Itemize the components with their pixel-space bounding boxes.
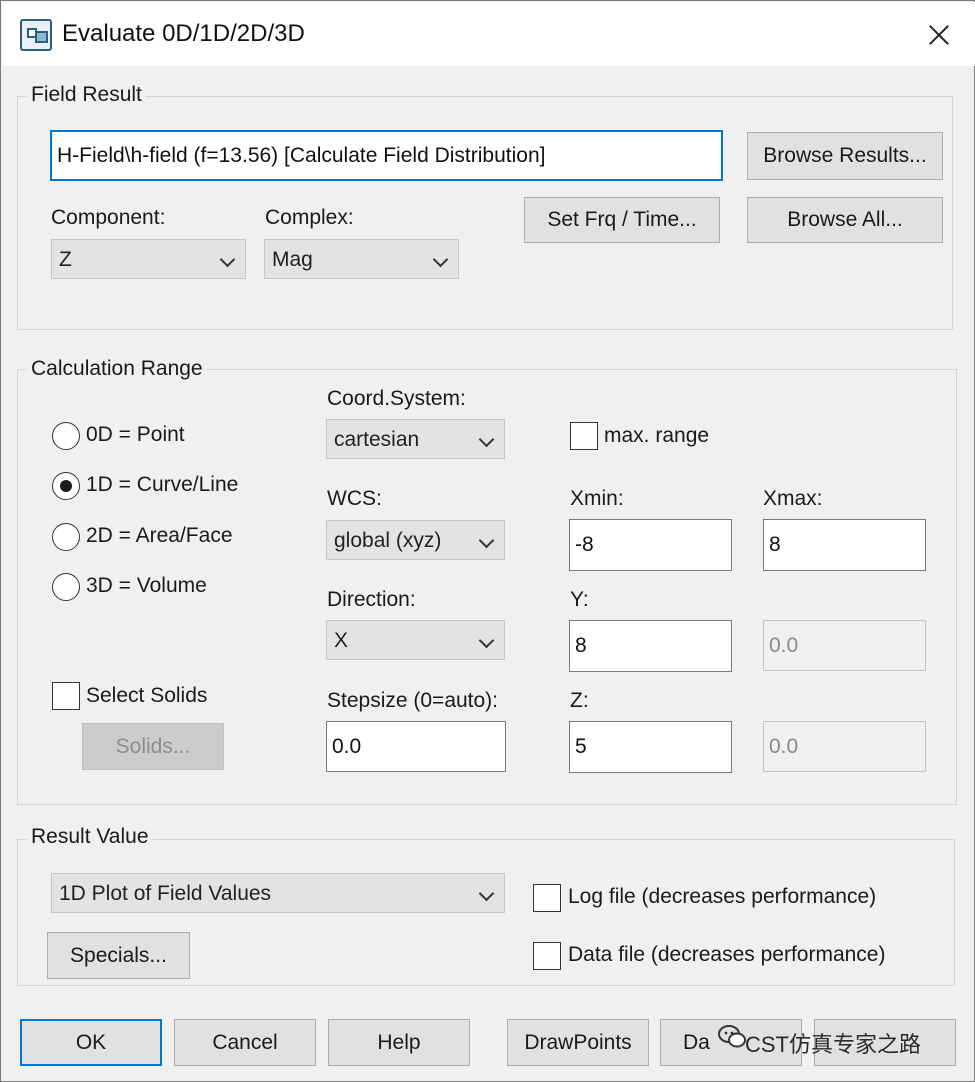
close-button[interactable] <box>914 14 962 56</box>
radio-2d-area-face[interactable] <box>52 523 80 551</box>
help-button[interactable]: Help <box>328 1019 470 1066</box>
specials-button[interactable]: Specials... <box>47 932 190 979</box>
data-file-label: Data file (decreases performance) <box>568 943 886 966</box>
radio-0d-label: 0D = Point <box>86 423 185 446</box>
dialog-window: Evaluate 0D/1D/2D/3D Field Result Browse… <box>0 0 975 1082</box>
xmin-label: Xmin: <box>570 487 624 510</box>
data-file-checkbox[interactable] <box>533 942 561 970</box>
title-bar: Evaluate 0D/1D/2D/3D <box>2 2 975 66</box>
radio-2d-label: 2D = Area/Face <box>86 524 233 547</box>
solids-button[interactable]: Solids... <box>82 723 224 770</box>
result-value-group-label: Result Value <box>27 825 153 849</box>
z-label: Z: <box>570 689 589 712</box>
result-plot-select[interactable]: 1D Plot of Field Values <box>51 873 505 913</box>
radio-3d-label: 3D = Volume <box>86 574 207 597</box>
set-frq-time-button[interactable]: Set Frq / Time... <box>524 197 720 243</box>
complex-select[interactable]: Mag <box>264 239 459 279</box>
ok-button[interactable]: OK <box>20 1019 162 1066</box>
y-input[interactable] <box>569 620 732 672</box>
direction-label: Direction: <box>327 588 416 611</box>
wcs-select[interactable]: global (xyz) <box>326 520 505 560</box>
data-button-label: Da <box>683 1030 710 1054</box>
y-label: Y: <box>570 588 589 611</box>
app-icon <box>20 19 52 51</box>
wcs-label: WCS: <box>327 487 382 510</box>
direction-value: X <box>334 629 349 652</box>
z-max-input <box>763 721 926 772</box>
chevron-down-icon <box>432 251 449 268</box>
drawpoints-button[interactable]: DrawPoints <box>507 1019 649 1066</box>
wechat-icon <box>718 1025 746 1048</box>
watermark-text: CST仿真专家之路 <box>745 1032 922 1057</box>
component-select[interactable]: Z <box>51 239 246 279</box>
chevron-down-icon <box>478 885 495 902</box>
complex-label: Complex: <box>265 206 354 229</box>
stepsize-label: Stepsize (0=auto): <box>327 689 499 712</box>
xmin-input[interactable] <box>569 519 732 571</box>
browse-results-button[interactable]: Browse Results... <box>747 132 943 180</box>
coord-system-value: cartesian <box>334 428 420 451</box>
calculation-range-group-label: Calculation Range <box>27 357 207 381</box>
y-max-input <box>763 620 926 671</box>
field-result-group-label: Field Result <box>27 83 146 107</box>
max-range-label: max. range <box>604 424 710 447</box>
radio-3d-volume[interactable] <box>52 573 80 601</box>
chevron-down-icon <box>478 532 495 549</box>
direction-select[interactable]: X <box>326 620 505 660</box>
xmax-input[interactable] <box>763 519 926 571</box>
stepsize-input[interactable] <box>326 721 506 772</box>
log-file-label: Log file (decreases performance) <box>568 885 877 908</box>
component-label: Component: <box>51 206 166 229</box>
complex-value: Mag <box>272 248 313 271</box>
log-file-checkbox[interactable] <box>533 884 561 912</box>
browse-all-button[interactable]: Browse All... <box>747 197 943 243</box>
coord-system-select[interactable]: cartesian <box>326 419 505 459</box>
z-input[interactable] <box>569 721 732 773</box>
coord-system-label: Coord.System: <box>327 387 466 410</box>
max-range-checkbox[interactable] <box>570 422 598 450</box>
result-plot-value: 1D Plot of Field Values <box>59 882 272 905</box>
radio-1d-label: 1D = Curve/Line <box>86 473 239 496</box>
component-value: Z <box>59 248 72 271</box>
chevron-down-icon <box>478 431 495 448</box>
radio-0d-point[interactable] <box>52 422 80 450</box>
window-title: Evaluate 0D/1D/2D/3D <box>62 20 305 47</box>
xmax-label: Xmax: <box>763 487 823 510</box>
chevron-down-icon <box>219 251 236 268</box>
radio-1d-curve-line[interactable] <box>52 472 80 500</box>
field-result-input[interactable] <box>50 130 723 181</box>
cancel-button[interactable]: Cancel <box>174 1019 316 1066</box>
select-solids-checkbox[interactable] <box>52 682 80 710</box>
chevron-down-icon <box>478 632 495 649</box>
wcs-value: global (xyz) <box>334 529 442 552</box>
select-solids-label: Select Solids <box>86 684 208 707</box>
